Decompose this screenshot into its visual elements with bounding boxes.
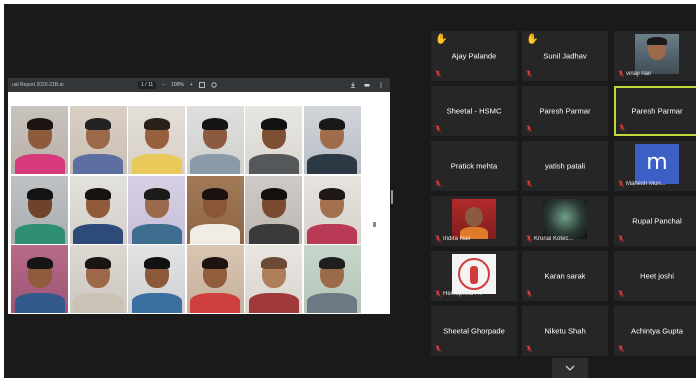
participant-tile[interactable]: Rupal Panchal [614, 196, 696, 246]
mic-muted-icon [526, 70, 532, 77]
collage-photo [69, 245, 127, 313]
collage-photo [128, 245, 186, 313]
participant-name: Hemophilia F... [443, 291, 483, 297]
collage-photo [303, 175, 361, 244]
collage-photo [128, 106, 186, 174]
show-more-participants-button[interactable] [552, 358, 588, 378]
participant-tile[interactable]: Krunal Kotec... [522, 196, 608, 246]
participant-video-thumbnail [543, 199, 587, 239]
participant-tile[interactable]: Sheetal - HSMC [431, 86, 517, 136]
mic-muted-icon [435, 125, 441, 132]
mic-muted-icon [526, 235, 532, 242]
mic-muted-icon [526, 290, 532, 297]
collage-photo [128, 175, 186, 244]
participant-name: yatish patali [544, 161, 586, 171]
page-indicator: 1 / 11 [138, 81, 157, 89]
participant-name: Heet joshi [640, 271, 674, 281]
participant-tile[interactable]: ✋ Ajay Palande [431, 31, 517, 81]
participant-tile[interactable]: Achintya Gupta [614, 306, 696, 356]
mic-muted-icon [618, 290, 624, 297]
participant-name: Pratick mehta [450, 161, 498, 171]
mic-muted-icon [435, 70, 441, 77]
participant-name: Sheetal Ghorpade [443, 326, 505, 336]
mic-muted-icon [526, 125, 532, 132]
collage-photo [186, 175, 244, 244]
participant-name: Indira Nair [443, 236, 471, 242]
participant-tile[interactable]: Pratick mehta [431, 141, 517, 191]
participant-video-thumbnail [635, 34, 679, 74]
mic-muted-icon [618, 70, 624, 77]
zoom-in-icon[interactable]: + [190, 82, 193, 88]
shared-screen: ual Report 2020-21B.ai 1 / 11 − 100% + [8, 78, 390, 314]
mic-muted-icon [435, 345, 441, 352]
collage-photo [186, 106, 244, 174]
file-title: ual Report 2020-21B.ai [12, 82, 64, 88]
collage-photo [11, 245, 68, 313]
raised-hand-icon: ✋ [526, 34, 539, 45]
collage-photo [69, 106, 127, 174]
participant-name: Paresh Parmar [539, 106, 591, 116]
participant-name: Achintya Gupta [631, 326, 683, 336]
participant-video-thumbnail [452, 199, 496, 239]
participant-name: Ajay Palande [451, 51, 497, 61]
participant-name: Niketu Shah [544, 326, 586, 336]
collage-photo [186, 245, 244, 313]
collage-photo [303, 245, 361, 313]
participant-name: Krunal Kotec... [534, 236, 574, 242]
collage-photo [245, 245, 303, 313]
participant-name: Rupal Panchal [632, 216, 682, 226]
download-icon[interactable] [350, 82, 356, 88]
mic-muted-icon [618, 235, 624, 242]
collage-photo [11, 175, 68, 244]
split-view-drag-handle[interactable] [391, 190, 393, 204]
participant-tile[interactable]: Hemophilia F... [431, 251, 517, 301]
mic-muted-icon [526, 180, 532, 187]
pdf-viewer-toolbar: ual Report 2020-21B.ai 1 / 11 − 100% + [8, 78, 390, 92]
more-options-icon[interactable] [378, 82, 384, 88]
group-photo-collage [11, 106, 361, 313]
participant-tile[interactable]: vinaji nair [614, 31, 696, 81]
participant-tile[interactable]: Paresh Parmar [614, 86, 696, 136]
mic-muted-icon [526, 345, 532, 352]
participant-tile[interactable]: Heet joshi [614, 251, 696, 301]
participant-tile[interactable]: Niketu Shah [522, 306, 608, 356]
collage-photo [69, 175, 127, 244]
mic-muted-icon [618, 345, 624, 352]
participant-name: Sheetal - HSMC [446, 106, 502, 116]
participant-name: Sunil Jadhav [543, 51, 587, 61]
meeting-window: ual Report 2020-21B.ai 1 / 11 − 100% + ✋… [4, 4, 696, 378]
mic-muted-icon [435, 235, 441, 242]
rotate-icon[interactable] [211, 82, 217, 88]
participant-name: Karan sarak [544, 271, 586, 281]
print-icon[interactable] [364, 82, 370, 88]
fit-page-icon[interactable] [198, 82, 205, 88]
participant-video-thumbnail [452, 254, 496, 294]
collage-photo [245, 106, 303, 174]
mouse-cursor [373, 222, 376, 227]
participant-name: Paresh Parmar [631, 106, 683, 116]
participant-tile[interactable]: Paresh Parmar [522, 86, 608, 136]
mic-muted-icon [435, 290, 441, 297]
chevron-down-icon [565, 365, 575, 371]
participant-name: vinaji nair [626, 71, 652, 77]
participant-name: Mahesh Mun... [626, 181, 666, 187]
mic-muted-icon [435, 180, 441, 187]
participant-avatar: m [635, 144, 679, 184]
collage-photo [245, 175, 303, 244]
collage-photo [11, 106, 68, 174]
zoom-level: 100% [171, 82, 184, 88]
participant-tile[interactable]: Indira Nair [431, 196, 517, 246]
participant-tile[interactable]: m Mahesh Mun... [614, 141, 696, 191]
mic-muted-icon [618, 180, 624, 187]
collage-photo [303, 106, 361, 174]
zoom-out-icon[interactable]: − [162, 82, 165, 88]
raised-hand-icon: ✋ [435, 34, 448, 45]
participant-tile[interactable]: ✋ Sunil Jadhav [522, 31, 608, 81]
participant-tile[interactable]: Karan sarak [522, 251, 608, 301]
mic-muted-icon [619, 124, 625, 131]
participant-tile[interactable]: Sheetal Ghorpade [431, 306, 517, 356]
participant-tile[interactable]: yatish patali [522, 141, 608, 191]
